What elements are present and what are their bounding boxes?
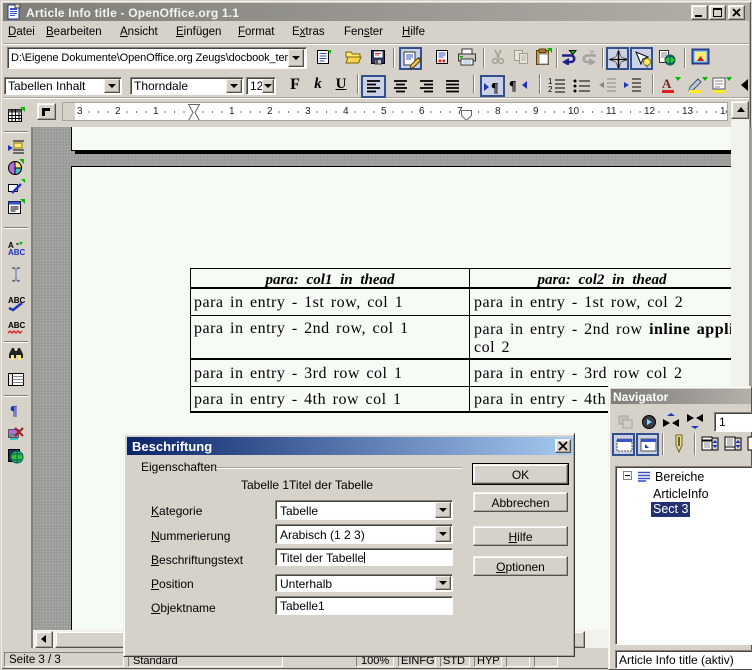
svg-text:¶: ¶ (509, 79, 517, 94)
svg-text:ABC: ABC (8, 321, 25, 330)
svg-text:¶: ¶ (10, 404, 18, 418)
svg-text:2: 2 (548, 85, 553, 94)
svg-text:ABC: ABC (8, 248, 25, 256)
svg-text:¶: ¶ (491, 81, 499, 96)
svg-text:A: A (662, 76, 672, 91)
